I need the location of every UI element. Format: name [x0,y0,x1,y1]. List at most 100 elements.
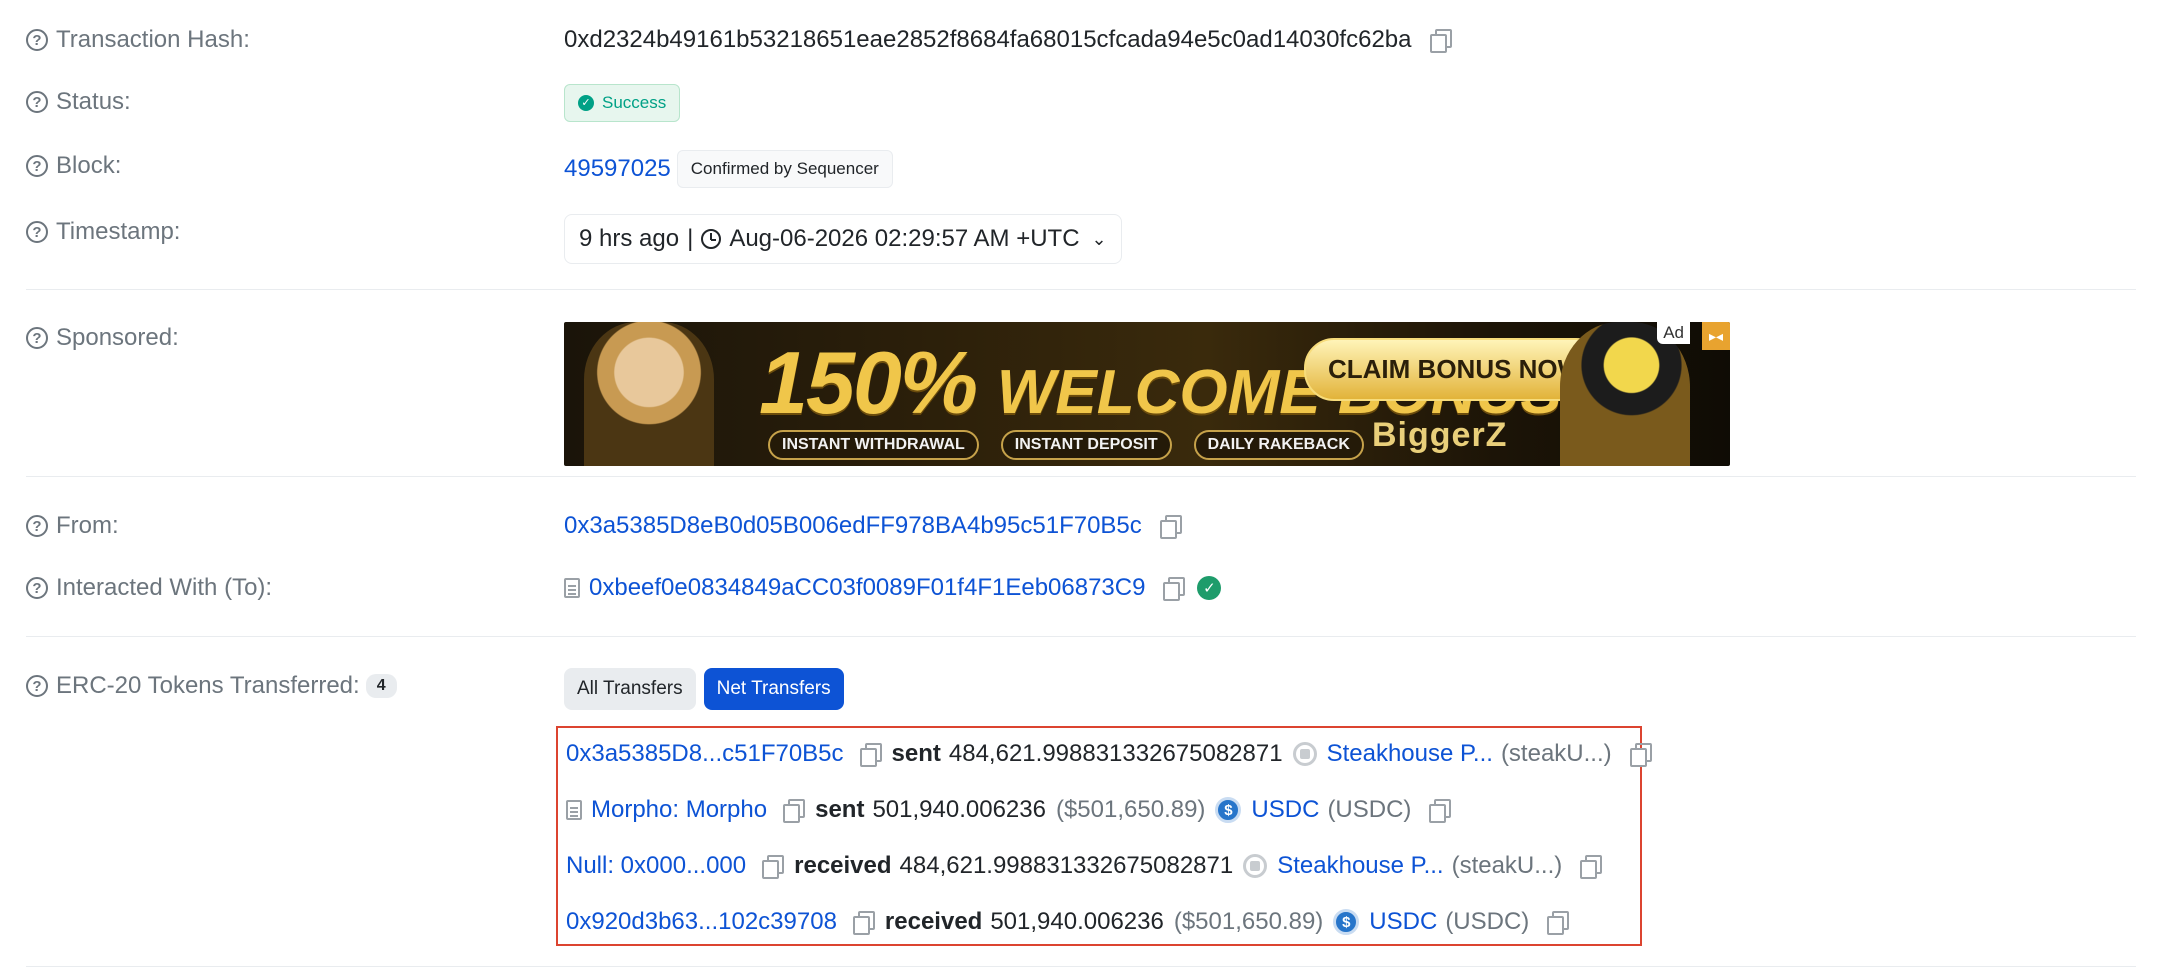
ad-model-image [584,322,714,466]
tx-hash-text: 0xd2324b49161b53218651eae2852f8684fa6801… [564,26,1412,53]
ad-pill: INSTANT DEPOSIT [1000,430,1172,460]
tx-hash-label: ? Transaction Hash: [26,26,250,54]
transfer-action: sent [891,740,941,767]
ad-info-icon[interactable]: ▸◂ [1702,322,1730,350]
copy-icon[interactable] [1425,797,1452,823]
block-number-link[interactable]: 49597025 [564,155,671,183]
label-text: Sponsored: [56,324,179,351]
copy-icon[interactable] [758,853,785,879]
sponsored-label: ? Sponsored: [26,324,179,352]
transfer-usd-value: ($501,650.89) [1173,908,1324,935]
transfer-action: sent [815,796,865,823]
status-value: ✓ Success [564,84,681,122]
copy-icon[interactable] [1156,513,1182,539]
usdc-token-icon: $ [1215,797,1242,823]
check-circle-icon: ✓ [578,95,594,111]
help-icon[interactable]: ? [26,29,48,51]
to-value: 0xbeef0e0834849aCC03f0089F01f4F1Eeb06873… [564,574,1222,602]
status-text: Success [602,93,667,112]
token-name-link[interactable]: Steakhouse P... [1277,852,1443,880]
transfer-address-link[interactable]: Morpho: Morpho [591,796,767,824]
copy-icon[interactable] [856,741,882,767]
token-name-link[interactable]: USDC [1251,796,1319,824]
copy-icon[interactable] [849,909,875,935]
verified-check-icon: ✓ [1197,576,1222,600]
help-icon[interactable]: ? [26,91,48,113]
tab-net-transfers[interactable]: Net Transfers [703,668,844,710]
transfer-tabs: All Transfers Net Transfers [564,668,852,710]
ad-brand-logo: BiggerZ [1372,416,1508,454]
from-value: 0x3a5385D8eB0d05B006edFF978BA4b95c51F70B… [564,512,1182,540]
copy-icon[interactable] [779,797,806,823]
token-symbol: (USDC) [1445,908,1530,935]
label-text: ERC-20 Tokens Transferred: [56,672,360,699]
relative-time: 9 hrs ago [579,225,680,252]
to-address-link[interactable]: 0xbeef0e0834849aCC03f0089F01f4F1Eeb06873… [589,574,1145,602]
token-name-link[interactable]: USDC [1369,908,1437,936]
copy-icon[interactable] [1159,575,1186,601]
copy-icon[interactable] [1426,27,1452,53]
ad-tag: Ad [1657,322,1690,344]
ad-features: INSTANT WITHDRAWAL INSTANT DEPOSIT DAILY… [768,430,1364,460]
clock-icon [701,229,722,249]
copy-icon[interactable] [1543,909,1570,935]
generic-token-icon [1243,854,1268,878]
usdc-token-icon: $ [1333,909,1360,935]
from-label: ? From: [26,512,119,540]
help-icon[interactable]: ? [26,221,48,243]
transfer-address-link[interactable]: 0x920d3b63...102c39708 [566,908,837,936]
sponsored-banner[interactable]: 150% WELCOME BONUS CLAIM BONUS NOW INSTA… [564,322,1730,466]
help-icon[interactable]: ? [26,675,48,697]
token-symbol: (steakU...) [1500,740,1612,767]
transfer-count-badge: 4 [365,674,397,698]
ad-pill: INSTANT WITHDRAWAL [768,430,979,460]
block-label: ? Block: [26,152,121,180]
label-text: Timestamp: [56,218,181,245]
ad-percent: 150% [759,333,978,432]
transfer-usd-value: ($501,650.89) [1055,796,1206,823]
transfer-row: Morpho: Morpho sent 501,940.006236 ($501… [566,796,1461,824]
to-label: ? Interacted With (To): [26,574,272,602]
transfer-address-link[interactable]: Null: 0x000...000 [566,852,746,880]
chevron-down-icon: ⌄ [1091,228,1107,249]
contract-file-icon [564,578,580,598]
token-symbol: (steakU...) [1451,852,1563,879]
label-text: Block: [56,152,122,179]
transfer-action: received [794,852,892,879]
help-icon[interactable]: ? [26,577,48,599]
label-text: Interacted With (To): [56,574,273,601]
transfer-row: 0x3a5385D8...c51F70B5c sent 484,621.9988… [566,740,1662,768]
confirmation-badge: Confirmed by Sequencer [676,150,893,188]
divider [26,636,2136,637]
generic-token-icon [1292,742,1317,766]
timestamp-dropdown[interactable]: 9 hrs ago | Aug-06-2026 02:29:57 AM +UTC… [564,214,1122,264]
absolute-time: Aug-06-2026 02:29:57 AM +UTC [729,225,1080,252]
help-icon[interactable]: ? [26,155,48,177]
token-symbol: (USDC) [1327,796,1412,823]
label-text: Status: [56,88,131,115]
erc20-label: ? ERC-20 Tokens Transferred: 4 [26,672,397,700]
contract-file-icon [566,800,582,820]
tab-all-transfers[interactable]: All Transfers [564,668,696,710]
token-name-link[interactable]: Steakhouse P... [1327,740,1493,768]
timestamp-label: ? Timestamp: [26,218,180,246]
separator: | [687,225,694,252]
copy-icon[interactable] [1576,853,1603,879]
timestamp-value: 9 hrs ago | Aug-06-2026 02:29:57 AM +UTC… [564,214,1122,264]
divider [26,289,2136,290]
label-text: From: [56,512,119,539]
copy-icon[interactable] [1626,741,1652,767]
transfer-address-link[interactable]: 0x3a5385D8...c51F70B5c [566,740,844,768]
transfer-row: Null: 0x000...000 received 484,621.99883… [566,852,1612,880]
net-transfers-list: 0x3a5385D8...c51F70B5c sent 484,621.9988… [556,726,1652,946]
label-text: Transaction Hash: [56,26,250,53]
help-icon[interactable]: ? [26,515,48,537]
from-address-link[interactable]: 0x3a5385D8eB0d05B006edFF978BA4b95c51F70B… [564,512,1142,540]
ad-pill: DAILY RAKEBACK [1193,430,1364,460]
transfer-row: 0x920d3b63...102c39708 received 501,940.… [566,908,1579,936]
transfer-amount: 501,940.006236 [990,908,1164,935]
help-icon[interactable]: ? [26,327,48,349]
divider [26,966,2136,967]
transfer-amount: 501,940.006236 [872,796,1046,823]
block-value: 49597025 Confirmed by Sequencer [564,150,893,188]
